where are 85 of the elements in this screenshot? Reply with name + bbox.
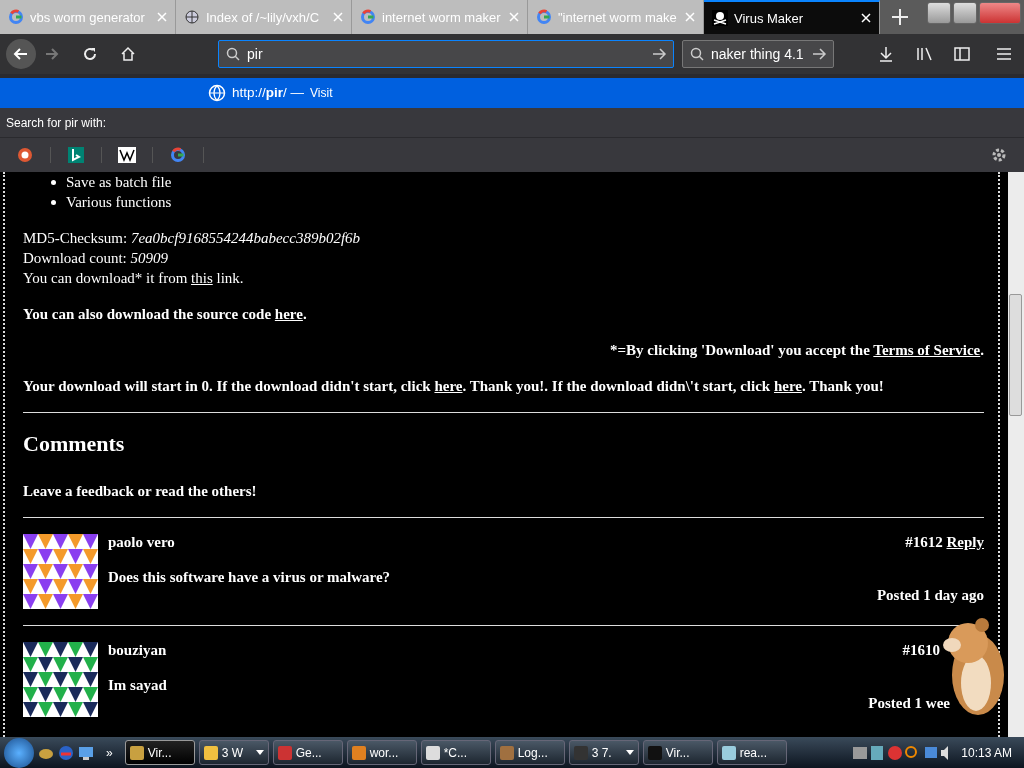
suggestion-row[interactable]: http://pir/ — Visit [0, 78, 1024, 108]
search-field[interactable]: naker thing 4.1 [682, 40, 834, 68]
taskbar-button[interactable]: 3 W [198, 740, 269, 765]
caret-icon [625, 750, 634, 755]
google-icon [8, 9, 24, 25]
globe-icon [208, 83, 226, 102]
avatar-pattern-icon [23, 534, 98, 609]
here-link[interactable]: here [434, 378, 463, 394]
terms-link[interactable]: Terms of Service [873, 342, 981, 358]
comment-number: #1610 [902, 642, 940, 658]
feature-item: Save as batch file [66, 173, 172, 191]
globe-icon [184, 9, 200, 25]
app-icon [499, 745, 514, 760]
taskbar-button[interactable]: Vir... [642, 740, 713, 765]
google-icon[interactable] [170, 147, 186, 164]
address-field[interactable]: pir [218, 40, 674, 68]
reply-link[interactable]: Reply [946, 534, 984, 550]
more-chevron[interactable]: » [106, 745, 113, 760]
minimize-button[interactable] [927, 2, 951, 24]
google-icon [360, 9, 376, 25]
quick-launch-icon[interactable] [78, 744, 94, 761]
download-start-text: Your download will start in 0. If the download didn't start, click here. Thank you!. If the download didn\'t start, click here. Thank you! [23, 377, 885, 396]
search-icon [225, 46, 241, 62]
app-icon [573, 745, 588, 760]
taskbar-button[interactable]: rea... [716, 740, 787, 765]
comment-date: Posted 1 wee [868, 695, 950, 711]
suggestion-url: http://pir/ — [232, 85, 305, 101]
browser-tab[interactable]: Virus Maker [704, 0, 880, 34]
comment-number: #1612 [905, 534, 943, 550]
bullet-icon [51, 199, 56, 205]
sidebar-icon[interactable] [954, 46, 970, 62]
clock: 10:13 AM [960, 745, 1013, 760]
skull-icon [712, 10, 728, 26]
start-button[interactable] [4, 737, 34, 768]
app-icon [203, 745, 218, 760]
app-icon [647, 745, 662, 760]
comment-text: Does this software have a virus or malware? [108, 568, 392, 587]
scrollbar[interactable] [1008, 172, 1024, 737]
comments-heading: Comments [23, 431, 126, 457]
download-icon[interactable] [878, 46, 894, 62]
comments-intro: Leave a feedback or read the others! [23, 482, 258, 501]
taskbar-button[interactable]: Log... [494, 740, 565, 765]
download-count-text: Download count: 50909 [23, 249, 169, 268]
comment-date: Posted 1 day ago [876, 587, 984, 603]
visit-label: Visit [310, 85, 333, 100]
app-icon [425, 745, 440, 760]
caret-icon [255, 750, 264, 755]
download-link[interactable]: this [191, 270, 213, 286]
maximize-button[interactable] [953, 2, 977, 24]
app-icon [721, 745, 736, 760]
source-text: You can also download the source code here. [23, 305, 308, 324]
go-arrow-icon[interactable] [811, 46, 827, 62]
back-button[interactable] [6, 39, 36, 69]
terms-text: *=By clicking 'Download' you accept the Terms of Service. [609, 341, 984, 360]
library-icon[interactable] [916, 46, 934, 62]
taskbar-button[interactable]: Vir... [124, 740, 195, 765]
taskbar-button[interactable]: Ge... [272, 740, 343, 765]
close-icon[interactable] [861, 13, 871, 23]
source-link[interactable]: here [274, 306, 303, 322]
search-icon [689, 46, 705, 62]
go-arrow-icon[interactable] [651, 46, 667, 62]
comment-author: paolo vero [108, 534, 175, 551]
duck-icon[interactable] [17, 147, 33, 164]
app-icon [351, 745, 366, 760]
feature-item: Various functions [66, 193, 172, 211]
taskbar-button[interactable]: wor... [346, 740, 417, 765]
taskbar-button[interactable]: *C... [420, 740, 491, 765]
app-icon [277, 745, 292, 760]
search-with-label: Search for pir with: [6, 115, 107, 130]
reload-icon[interactable] [82, 46, 98, 62]
bing-b-icon[interactable] [68, 147, 84, 164]
home-icon[interactable] [120, 46, 136, 62]
download-text: You can download* it from this link. [23, 269, 245, 288]
app-icon [129, 745, 144, 760]
avatar-pattern-icon [23, 642, 98, 717]
google-icon [536, 9, 552, 25]
comment-text: Im sayad [108, 676, 168, 695]
here-link[interactable]: here [773, 378, 802, 394]
forward-icon[interactable] [44, 46, 60, 62]
wikipedia-w-icon[interactable] [118, 147, 136, 164]
menu-icon[interactable] [996, 46, 1012, 62]
checksum-text: MD5-Checksum: 7ea0bcf9168554244babecc389b02f6b [23, 229, 362, 248]
comment-author: bouziyan [108, 642, 167, 659]
taskbar-button[interactable]: 3 7. [568, 740, 639, 765]
bullet-icon [51, 179, 56, 185]
